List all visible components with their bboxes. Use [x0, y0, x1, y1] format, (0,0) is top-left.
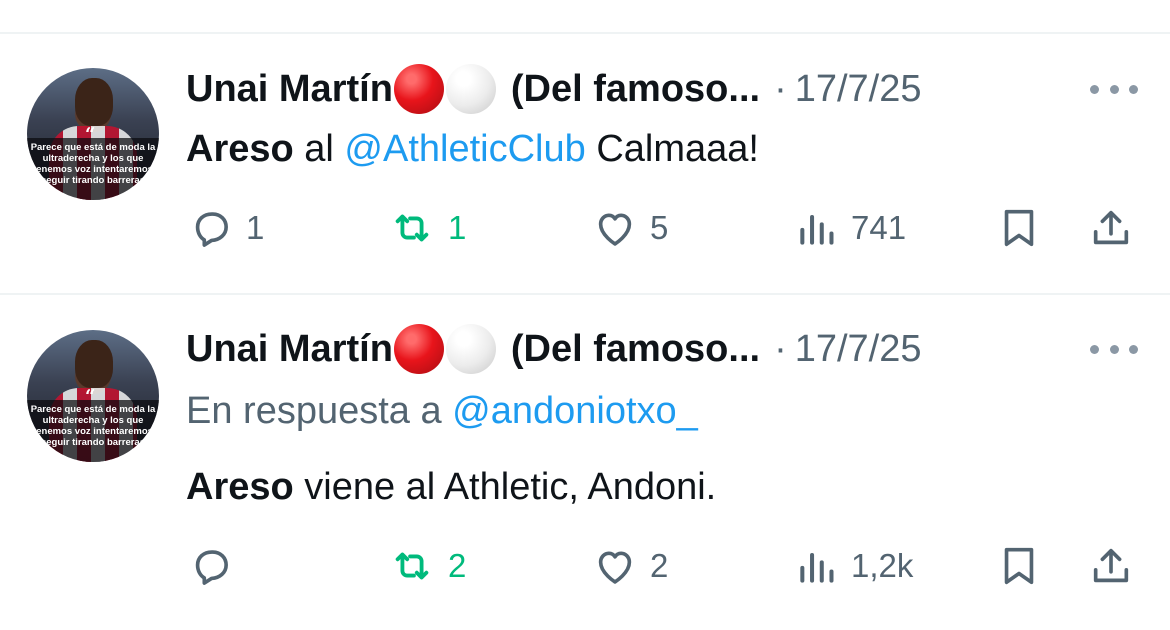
retweet-count: 1 [448, 209, 467, 246]
body-bold: Areso [186, 128, 294, 170]
heart-icon [598, 551, 632, 584]
white-circle-emoji [445, 324, 496, 374]
author-handle[interactable]: (Del famoso... [511, 328, 760, 371]
like-count: 2 [650, 547, 669, 584]
body-bold: Areso [186, 466, 294, 508]
bookmark-icon [1004, 209, 1034, 247]
reply-to-mention[interactable]: @andoniotxo_ [452, 390, 698, 432]
more-icon[interactable] [1090, 339, 1138, 359]
retweet-button[interactable]: 2 [388, 543, 466, 589]
share-icon [1093, 548, 1129, 583]
tweet-date[interactable]: 17/7/25 [795, 328, 922, 371]
more-icon[interactable] [1090, 79, 1138, 99]
reply-button[interactable]: 1 [188, 205, 264, 251]
red-circle-emoji [393, 64, 444, 114]
retweet-icon [395, 552, 429, 580]
mention-link[interactable]: @AthleticClub [344, 128, 585, 170]
avatar-quote: Parece que está de moda la ultraderecha … [30, 142, 156, 186]
views-icon [800, 214, 834, 245]
views-button[interactable]: 741 [795, 205, 906, 251]
share-button[interactable] [1088, 205, 1134, 251]
body-text-end: Calmaaa! [585, 128, 759, 170]
author-handle[interactable]: (Del famoso... [511, 68, 760, 111]
share-icon [1093, 210, 1129, 245]
heart-icon [598, 213, 632, 246]
reply-count: 1 [246, 209, 265, 246]
avatar-head [75, 340, 113, 388]
reply-icon [195, 212, 228, 247]
bookmark-button[interactable] [996, 543, 1042, 589]
share-button[interactable] [1088, 543, 1134, 589]
avatar[interactable]: “ Parece que está de moda la ultraderech… [27, 68, 159, 200]
author-name[interactable]: Unai Martín [186, 328, 393, 371]
tweet-header: Unai Martín (Del famoso... · 17/7/25 [186, 324, 922, 374]
tweet-text: Areso viene al Athletic, Andoni. [186, 466, 716, 509]
separator: · [774, 67, 787, 110]
views-count: 741 [851, 209, 907, 246]
retweet-icon [395, 214, 429, 242]
avatar-quote: Parece que está de moda la ultraderecha … [30, 404, 156, 448]
reply-context: En respuesta a @andoniotxo_ [186, 390, 698, 433]
tweet-header: Unai Martín (Del famoso... · 17/7/25 [186, 64, 922, 114]
avatar-head [75, 78, 113, 126]
like-count: 5 [650, 209, 669, 246]
body-text: viene al Athletic, Andoni. [293, 466, 717, 508]
views-count: 1,2k [851, 547, 914, 584]
views-button[interactable]: 1,2k [795, 543, 913, 589]
avatar[interactable]: “ Parece que está de moda la ultraderech… [27, 330, 159, 462]
views-icon [800, 552, 834, 583]
action-bar: 1 1 5 741 [0, 203, 1170, 253]
like-button[interactable]: 5 [592, 205, 668, 251]
reply-icon [195, 550, 228, 585]
red-circle-emoji [393, 324, 444, 374]
white-circle-emoji [445, 64, 496, 114]
body-text: al [293, 128, 345, 170]
retweet-button[interactable]: 1 [388, 205, 466, 251]
separator: · [774, 327, 787, 370]
action-bar: 2 2 1,2k [0, 541, 1170, 591]
bookmark-button[interactable] [996, 205, 1042, 251]
tweet-date[interactable]: 17/7/25 [795, 68, 922, 111]
retweet-count: 2 [448, 547, 467, 584]
author-name[interactable]: Unai Martín [186, 68, 393, 111]
reply-button[interactable] [188, 543, 246, 589]
reply-to-prefix: En respuesta a [186, 390, 453, 432]
tweet-divider [0, 293, 1170, 295]
top-divider [0, 32, 1170, 34]
like-button[interactable]: 2 [592, 543, 668, 589]
tweet-text: Areso al @AthleticClub Calmaaa! [186, 128, 759, 171]
bookmark-icon [1004, 547, 1034, 585]
